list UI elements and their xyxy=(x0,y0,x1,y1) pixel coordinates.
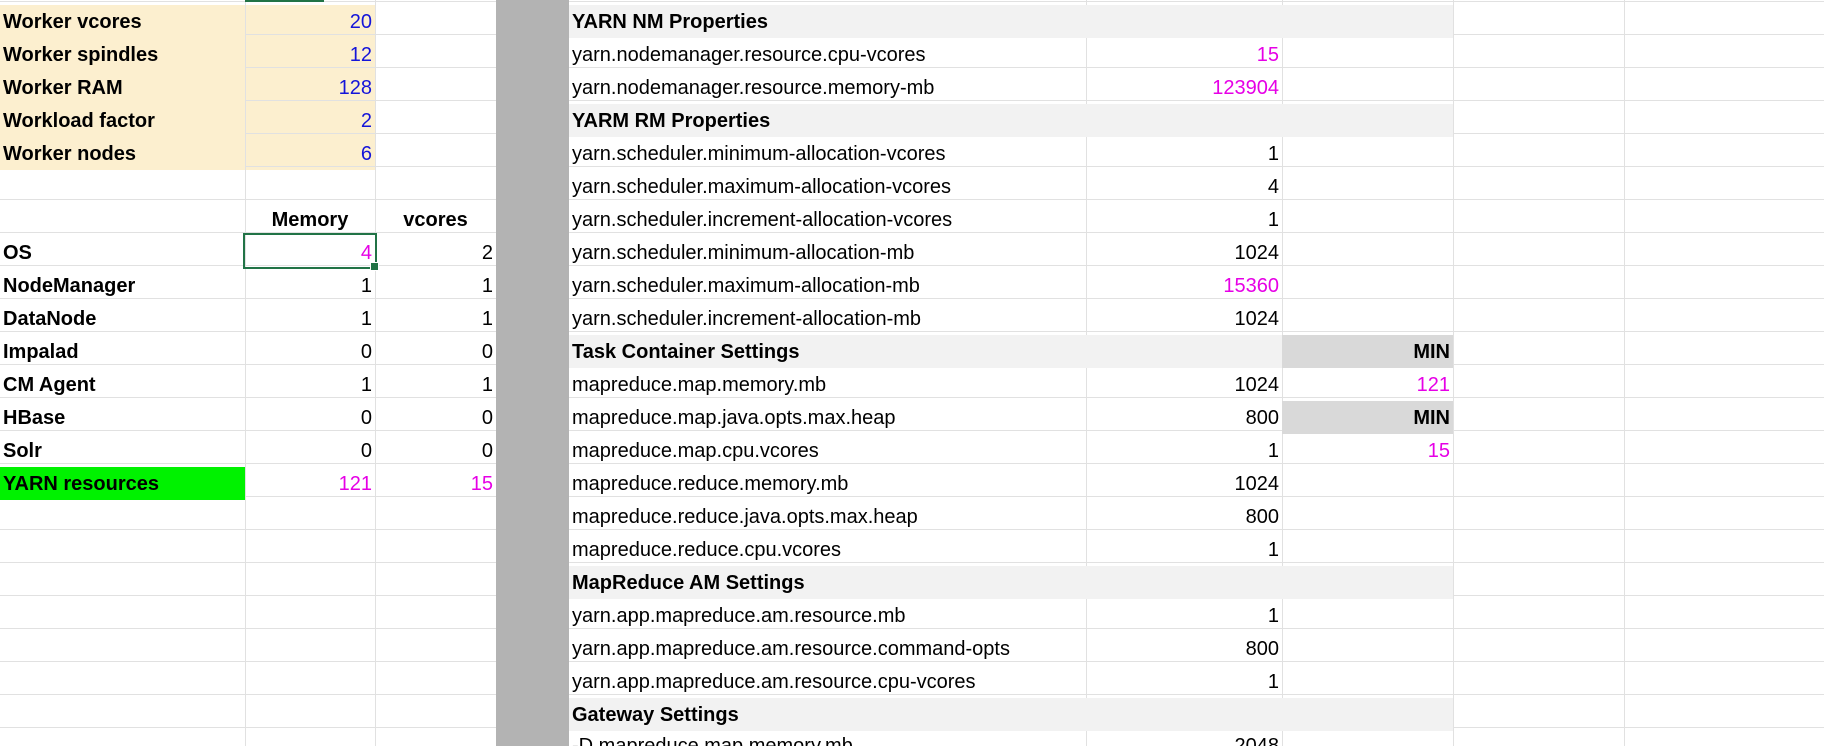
property-name[interactable]: yarn.scheduler.minimum-allocation-mb xyxy=(569,236,1086,269)
property-value[interactable]: 1024 xyxy=(1086,236,1282,269)
property-name[interactable]: mapreduce.reduce.cpu.vcores xyxy=(569,533,1086,566)
gridline-col-i xyxy=(1624,0,1625,746)
yarn-resources-label[interactable]: YARN resources xyxy=(0,467,245,500)
service-label[interactable]: Impalad xyxy=(0,335,245,368)
property-value[interactable]: 1 xyxy=(1086,137,1282,170)
property-value[interactable]: 1024 xyxy=(1086,467,1282,500)
property-name[interactable]: yarn.scheduler.maximum-allocation-vcores xyxy=(569,170,1086,203)
property-name[interactable]: yarn.scheduler.increment-allocation-vcor… xyxy=(569,203,1086,236)
property-value[interactable]: 123904 xyxy=(1086,71,1282,104)
service-label[interactable]: Solr xyxy=(0,434,245,467)
property-name[interactable]: yarn.nodemanager.resource.cpu-vcores xyxy=(569,38,1086,71)
property-value[interactable]: 15360 xyxy=(1086,269,1282,302)
property-value[interactable]: 15 xyxy=(1086,38,1282,71)
property-name[interactable]: yarn.app.mapreduce.am.resource.mb xyxy=(569,599,1086,632)
property-name[interactable]: yarn.app.mapreduce.am.resource.cpu-vcore… xyxy=(569,665,1086,698)
property-value[interactable]: 1 xyxy=(1086,203,1282,236)
property-value[interactable]: 1 xyxy=(1086,434,1282,467)
property-name[interactable]: mapreduce.map.java.opts.max.heap xyxy=(569,401,1086,434)
service-label[interactable]: NodeManager xyxy=(0,269,245,302)
nm-section-header: YARN NM Properties xyxy=(569,5,1453,38)
fill-handle[interactable] xyxy=(370,262,379,271)
service-memory[interactable]: 0 xyxy=(245,401,375,434)
min-vcores-value[interactable]: 15 xyxy=(1282,434,1453,467)
property-name[interactable]: yarn.nodemanager.resource.memory-mb xyxy=(569,71,1086,104)
min-label: MIN xyxy=(1282,401,1453,434)
service-vcores[interactable]: 2 xyxy=(375,236,496,269)
service-vcores[interactable]: 0 xyxy=(375,401,496,434)
property-value[interactable]: 800 xyxy=(1086,632,1282,665)
property-name[interactable]: yarn.scheduler.increment-allocation-mb xyxy=(569,302,1086,335)
input-value[interactable]: 128 xyxy=(0,71,375,104)
property-name[interactable]: mapreduce.map.memory.mb xyxy=(569,368,1086,401)
property-value[interactable]: 1 xyxy=(1086,599,1282,632)
input-value[interactable]: 12 xyxy=(0,38,375,71)
service-vcores[interactable]: 0 xyxy=(375,434,496,467)
property-value[interactable]: 4 xyxy=(1086,170,1282,203)
property-value[interactable]: 1024 xyxy=(1086,368,1282,401)
service-memory[interactable]: 1 xyxy=(245,368,375,401)
property-name[interactable]: mapreduce.map.cpu.vcores xyxy=(569,434,1086,467)
vcores-column-header: vcores xyxy=(403,209,468,231)
service-memory[interactable]: 0 xyxy=(245,335,375,368)
property-name[interactable]: mapreduce.reduce.memory.mb xyxy=(569,467,1086,500)
property-value[interactable]: 1024 xyxy=(1086,302,1282,335)
input-value[interactable]: 20 xyxy=(0,5,375,38)
property-name[interactable]: yarn.scheduler.minimum-allocation-vcores xyxy=(569,137,1086,170)
property-value[interactable]: 1 xyxy=(1086,665,1282,698)
property-name[interactable]: mapreduce.reduce.java.opts.max.heap xyxy=(569,500,1086,533)
service-label[interactable]: DataNode xyxy=(0,302,245,335)
rm-section-header: YARM RM Properties xyxy=(569,104,1453,137)
service-vcores[interactable]: 1 xyxy=(375,269,496,302)
service-label[interactable]: HBase xyxy=(0,401,245,434)
property-value[interactable]: 2048 xyxy=(1086,731,1282,746)
property-name[interactable]: yarn.app.mapreduce.am.resource.command-o… xyxy=(569,632,1086,665)
service-label[interactable]: CM Agent xyxy=(0,368,245,401)
property-name[interactable]: -D mapreduce.map.memory.mb xyxy=(569,731,1086,746)
min-memory-value[interactable]: 121 xyxy=(1282,368,1453,401)
service-memory[interactable]: 1 xyxy=(245,302,375,335)
column-header-indicator xyxy=(245,0,324,2)
input-value[interactable]: 2 xyxy=(0,104,375,137)
input-value[interactable]: 6 xyxy=(0,137,375,170)
service-vcores[interactable]: 1 xyxy=(375,368,496,401)
memory-column-header: Memory xyxy=(271,209,349,231)
gridline-col-h xyxy=(1453,0,1454,746)
service-label[interactable]: OS xyxy=(0,236,245,269)
selected-cell[interactable] xyxy=(243,233,377,269)
gateway-section-header: Gateway Settings xyxy=(569,698,1453,731)
yarn-resources-vcores[interactable]: 15 xyxy=(375,467,496,500)
property-value[interactable]: 800 xyxy=(1086,401,1282,434)
service-vcores[interactable]: 1 xyxy=(375,302,496,335)
property-name[interactable]: yarn.scheduler.maximum-allocation-mb xyxy=(569,269,1086,302)
service-memory[interactable]: 0 xyxy=(245,434,375,467)
task-section-header: Task Container Settings xyxy=(569,335,1282,368)
service-memory[interactable]: 1 xyxy=(245,269,375,302)
yarn-resources-memory[interactable]: 121 xyxy=(245,467,375,500)
property-value[interactable]: 1 xyxy=(1086,533,1282,566)
service-vcores[interactable]: 0 xyxy=(375,335,496,368)
min-label: MIN xyxy=(1282,335,1453,368)
separator-column xyxy=(496,0,569,746)
am-section-header: MapReduce AM Settings xyxy=(569,566,1453,599)
property-value[interactable]: 800 xyxy=(1086,500,1282,533)
